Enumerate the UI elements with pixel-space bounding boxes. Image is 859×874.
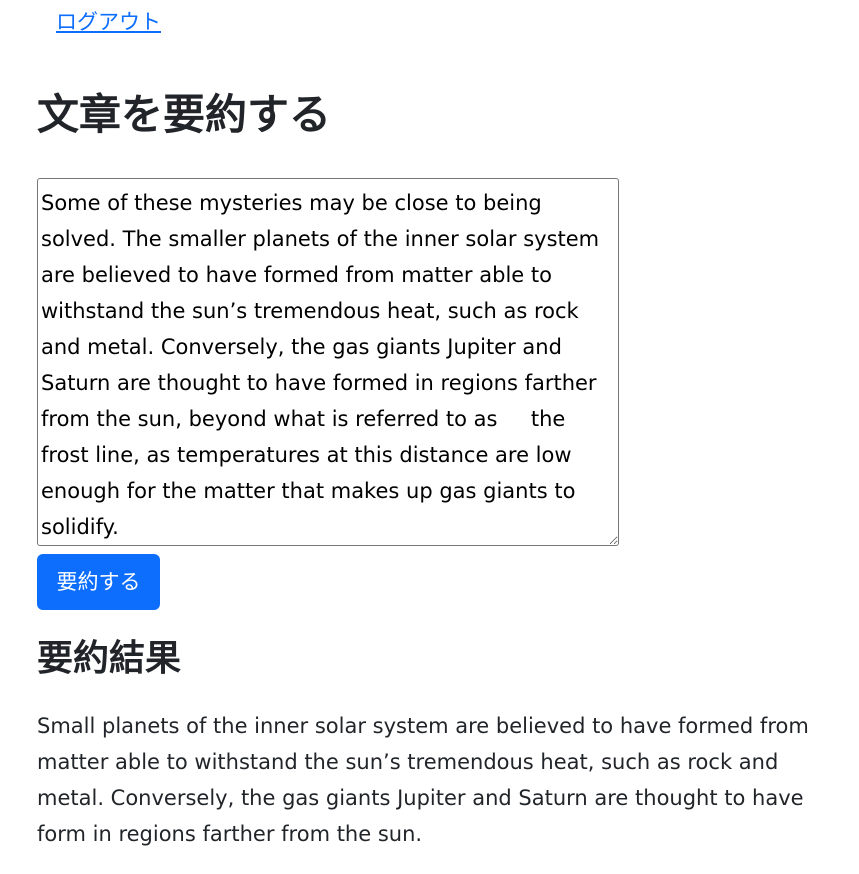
source-text-input[interactable]: Some of these mysteries may be close to … <box>37 178 619 546</box>
summary-result-text: Small planets of the inner solar system … <box>37 714 809 846</box>
page-title: 文章を要約する <box>37 90 332 139</box>
summarize-button[interactable]: 要約する <box>37 554 160 610</box>
logout-link[interactable]: ログアウト <box>56 8 161 36</box>
result-heading: 要約結果 <box>37 638 182 679</box>
